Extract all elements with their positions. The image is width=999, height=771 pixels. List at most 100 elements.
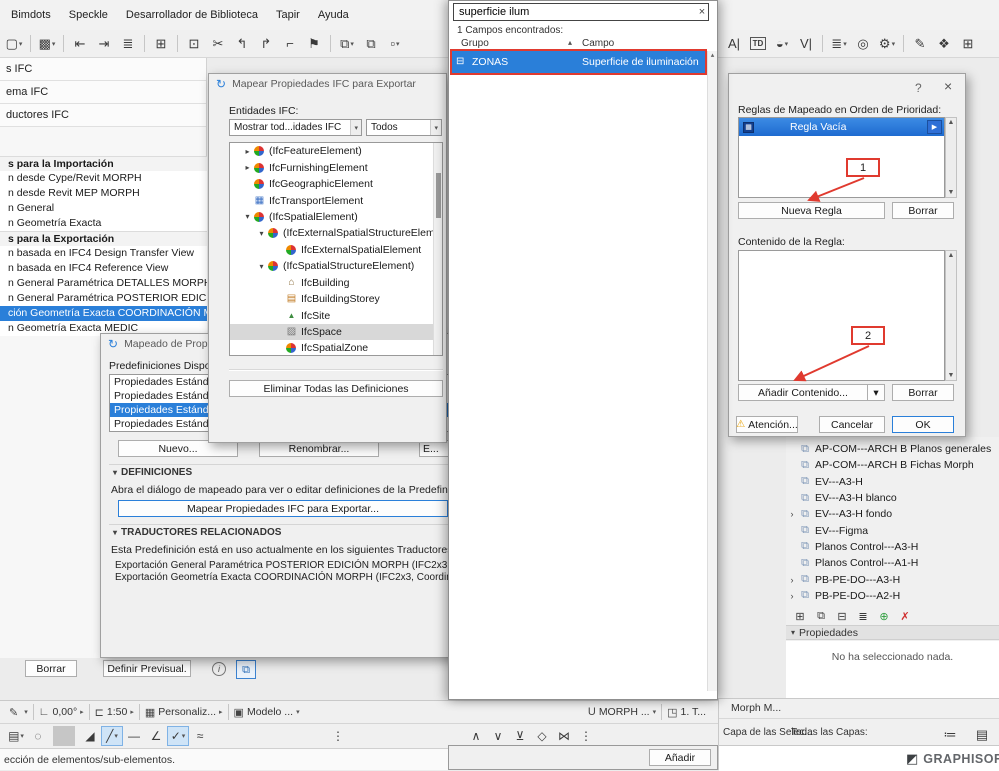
layer-item[interactable]: ⧉ EV---A3-H bbox=[786, 474, 999, 490]
menu-item[interactable]: Speckle bbox=[60, 5, 117, 25]
gear-icon[interactable]: ⚙ ▾ bbox=[875, 33, 899, 55]
column-header-group[interactable]: Grupo bbox=[461, 38, 489, 49]
scale-combo[interactable]: ⊏ 1:50 ▸ bbox=[90, 706, 139, 719]
scrollbar-thumb[interactable] bbox=[436, 173, 441, 218]
delete-definitions-button[interactable]: Eliminar Todas las Definiciones bbox=[229, 380, 443, 397]
properties-header[interactable]: ▾ Propiedades bbox=[786, 625, 999, 640]
ifc-tree-item[interactable]: (IfcSpatialStructureElement) bbox=[230, 258, 435, 274]
ifc-tree-item[interactable]: IfcSpace bbox=[230, 323, 435, 341]
translator-item[interactable]: n General bbox=[0, 201, 207, 216]
expander-icon[interactable] bbox=[242, 163, 253, 172]
close-icon[interactable]: × bbox=[944, 78, 952, 94]
layer-item[interactable]: ⧉ EV---A3-H fondo bbox=[786, 506, 999, 522]
map-properties-button[interactable]: Mapear Propiedades IFC para Exportar... bbox=[118, 500, 448, 517]
expander-icon[interactable] bbox=[256, 262, 267, 271]
expander-icon[interactable] bbox=[242, 212, 253, 221]
ifc-tree-item[interactable]: IfcTransportElement bbox=[230, 192, 435, 208]
layer-item[interactable]: ⧉ Planos Control---A3-H bbox=[786, 539, 999, 555]
dialog-titlebar[interactable]: ↻ Mapear Propiedades IFC para Exportar bbox=[209, 74, 446, 94]
add-content-button[interactable]: Añadir Contenido... bbox=[738, 384, 868, 401]
dimension-style-icon[interactable]: TD▾ bbox=[746, 33, 770, 55]
copy-box-icon[interactable]: ⧉ ▾ bbox=[335, 33, 359, 55]
expander-icon[interactable] bbox=[786, 591, 798, 601]
align-left-icon[interactable]: ⇤▾ bbox=[68, 33, 92, 55]
pencil-icon[interactable]: ✎▾ bbox=[908, 33, 932, 55]
expander-icon[interactable] bbox=[242, 147, 253, 156]
layers-icon[interactable]: ≣ ▾ bbox=[827, 33, 851, 55]
expander-icon[interactable] bbox=[786, 509, 798, 519]
translator-item[interactable]: n General Paramétrica DETALLES MORPH bbox=[0, 276, 207, 291]
column-header-field[interactable]: Campo bbox=[582, 38, 614, 49]
dock-handle-icon[interactable]: ⋮▾ bbox=[327, 726, 349, 746]
rotate-left-icon[interactable]: ↰▾ bbox=[230, 33, 254, 55]
scroll-up-icon[interactable]: ▲ bbox=[946, 119, 956, 126]
grid-icon[interactable]: ⊞▾ bbox=[956, 33, 980, 55]
ifc-tree-item[interactable]: IfcExternalSpatialElement bbox=[230, 242, 435, 258]
remove-icon[interactable]: ✗ bbox=[897, 605, 913, 627]
all-layers-label[interactable]: Todas las Capas: bbox=[791, 727, 868, 738]
corner-icon[interactable]: ⌐▾ bbox=[278, 33, 302, 55]
layer-item[interactable]: ⧉ AP-COM---ARCH B Planos generales bbox=[786, 441, 999, 457]
translator-item[interactable]: n Geometría Exacta bbox=[0, 216, 207, 231]
translators-section[interactable]: ▾ TRADUCTORES RELACIONADOS bbox=[109, 524, 453, 539]
vectorial-icon[interactable]: V|▾ bbox=[794, 33, 818, 55]
polyline-icon[interactable]: ╱ ▾ bbox=[101, 726, 123, 746]
add-content-dropdown[interactable]: ▾ bbox=[867, 384, 885, 401]
magnet-combo[interactable]: U MORPH ... ▾ bbox=[583, 706, 661, 718]
text-style-icon[interactable]: A|▾ bbox=[722, 33, 746, 55]
ifc-tree-item[interactable]: (IfcSpatialElement) bbox=[230, 209, 435, 225]
menu-item[interactable]: Bimdots bbox=[2, 5, 60, 25]
delete-button[interactable]: Borrar bbox=[25, 660, 77, 677]
pen-set-combo[interactable]: ▦ Personaliz... ▸ bbox=[140, 706, 228, 719]
menu-item[interactable]: Desarrollador de Biblioteca bbox=[117, 5, 267, 25]
translator-item[interactable]: n basada en IFC4 Reference View bbox=[0, 261, 207, 276]
add-field-button[interactable]: Añadir bbox=[649, 749, 711, 766]
wave-icon[interactable]: ≈▾ bbox=[189, 726, 211, 746]
to-bottom-icon[interactable]: ⊻▾ bbox=[509, 726, 531, 746]
layer-item[interactable]: ⧉ Planos Control---A1-H bbox=[786, 555, 999, 571]
scroll-up-icon[interactable]: ▲ bbox=[946, 252, 956, 259]
rule-item[interactable]: ▦ Regla Vacía ▶ bbox=[739, 118, 944, 136]
scope-combo[interactable]: Todos ▾ bbox=[366, 119, 442, 136]
preview-button[interactable]: Definir Previsual. bbox=[103, 660, 191, 677]
translator-item[interactable]: n desde Cype/Revit MORPH bbox=[0, 171, 207, 186]
layer-item[interactable]: ⧉ PB-PE-DO---A2-H bbox=[786, 588, 999, 604]
marquee-icon[interactable]: ▫ ▾ bbox=[383, 33, 407, 55]
angle-tool-icon[interactable]: ∠▾ bbox=[145, 726, 167, 746]
pin-icon[interactable]: ⚑▾ bbox=[302, 33, 326, 55]
duplicate-layer-icon[interactable]: ⧉ bbox=[813, 605, 829, 627]
ifc-tree-item[interactable]: IfcBuildingStorey bbox=[230, 291, 435, 307]
new-layer-icon[interactable]: ⊞ bbox=[792, 605, 808, 627]
delete-content-button[interactable]: Borrar bbox=[892, 384, 954, 401]
quick-layers-icon[interactable]: ≔ bbox=[938, 724, 962, 746]
grid-snap-icon[interactable]: ⊞▾ bbox=[149, 33, 173, 55]
new-rule-button[interactable]: Nueva Regla bbox=[738, 202, 885, 219]
scroll-down-icon[interactable]: ▼ bbox=[946, 372, 956, 379]
scroll-down-icon[interactable]: ▼ bbox=[946, 189, 956, 196]
cancel-button[interactable]: Cancelar bbox=[819, 416, 885, 433]
zoom-fit-icon[interactable]: ⊡▾ bbox=[182, 33, 206, 55]
sheet-list-icon[interactable]: ≣ bbox=[855, 605, 871, 627]
layer-item[interactable]: ⧉ EV---Figma bbox=[786, 522, 999, 538]
paste-box-icon[interactable]: ⧉▾ bbox=[359, 33, 383, 55]
slope-icon[interactable]: ◢▾ bbox=[79, 726, 101, 746]
expander-icon[interactable] bbox=[256, 229, 267, 238]
ifc-tree-item[interactable]: IfcGeographicElement bbox=[230, 176, 435, 192]
globe-add-icon[interactable]: ⊕ bbox=[876, 605, 892, 627]
attention-button[interactable]: ⚠ Atención... bbox=[736, 416, 798, 433]
results-scrollbar[interactable]: ▴ bbox=[707, 51, 717, 691]
layer-settings-icon[interactable]: ▤ bbox=[970, 724, 994, 746]
rotate-right-icon[interactable]: ↱▾ bbox=[254, 33, 278, 55]
hatch-tool-icon[interactable]: ▤ ▾ bbox=[5, 726, 27, 746]
arrow-up-icon[interactable]: ∧▾ bbox=[465, 726, 487, 746]
layer-item[interactable]: ⧉ PB-PE-DO---A3-H bbox=[786, 571, 999, 587]
new-file-icon[interactable]: ▢ ▾ bbox=[2, 33, 26, 55]
expander-icon[interactable] bbox=[786, 575, 798, 585]
diamond-icon[interactable]: ◇▾ bbox=[531, 726, 553, 746]
menu-item[interactable]: Tapir bbox=[267, 5, 309, 25]
ok-button[interactable]: OK bbox=[892, 416, 954, 433]
layer-item[interactable]: ⧉ EV---A3-H blanco bbox=[786, 490, 999, 506]
freehand-icon[interactable]: ◌▾ bbox=[27, 726, 49, 746]
ifc-tree-item[interactable]: (IfcFeatureElement) bbox=[230, 143, 435, 159]
storey-combo[interactable]: ◳ 1. T... bbox=[662, 706, 714, 719]
